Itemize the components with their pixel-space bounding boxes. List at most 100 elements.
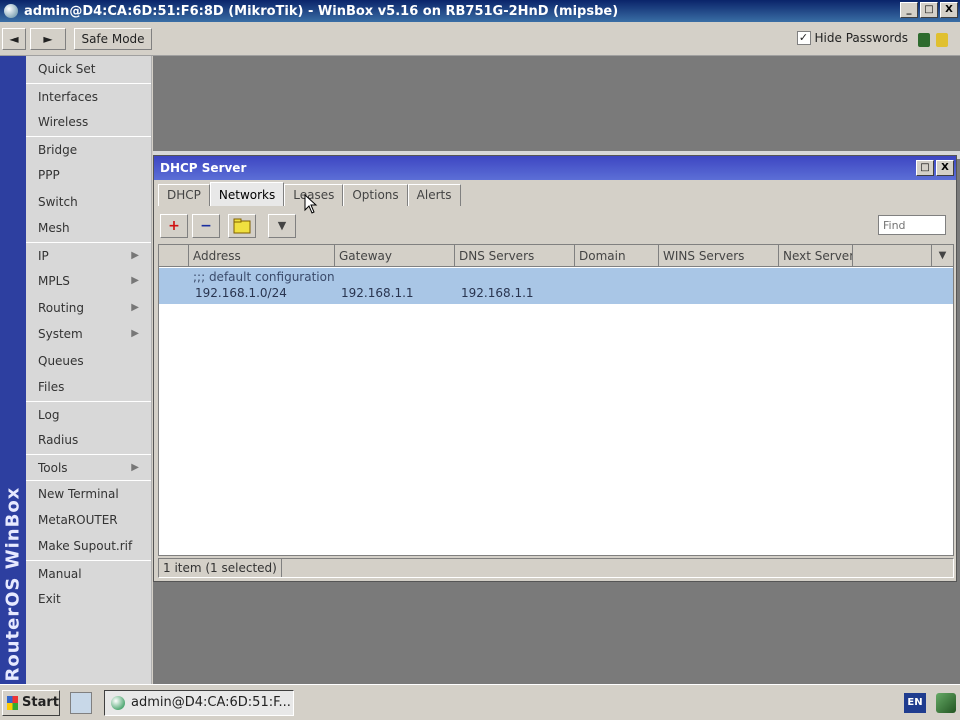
title-bar: admin@D4:CA:6D:51:F6:8D (MikroTik) - Win… (0, 0, 960, 22)
dhcp-close-button[interactable]: X (936, 160, 954, 176)
winbox-app-icon (4, 4, 18, 18)
submenu-arrow-icon: ▶ (131, 328, 139, 339)
taskbar-item-label: admin@D4:CA:6D:51:F... (131, 695, 291, 710)
dhcp-server-window: DHCP Server □ X DHCP Networks Leases Opt… (153, 155, 957, 582)
menu-item-log[interactable]: Log (26, 400, 151, 428)
taskbar-item-winbox[interactable]: admin@D4:CA:6D:51:F... (104, 690, 294, 716)
window-title: admin@D4:CA:6D:51:F6:8D (MikroTik) - Win… (24, 3, 619, 19)
menu-item-manual[interactable]: Manual (26, 559, 151, 587)
winbox-task-icon (111, 696, 125, 710)
menu-item-wireless[interactable]: Wireless (26, 109, 151, 136)
maximize-button[interactable]: □ (920, 2, 938, 18)
menu-item-label: Queues (38, 353, 84, 368)
cell-dns-servers: 192.168.1.1 (461, 286, 534, 300)
column-header-flags[interactable] (159, 245, 189, 267)
tab-alerts[interactable]: Alerts (407, 184, 461, 206)
tab-options[interactable]: Options (343, 184, 408, 206)
add-icon[interactable]: + (160, 214, 188, 238)
dhcp-maximize-button[interactable]: □ (916, 160, 934, 176)
row-comment: ;;; default configuration (193, 270, 335, 284)
menu-item-bridge[interactable]: Bridge (26, 135, 151, 163)
table-row[interactable]: ;;; default configuration 192.168.1.0/24… (159, 268, 953, 304)
tab-networks[interactable]: Networks (209, 182, 285, 206)
menu-item-label: Log (38, 407, 60, 422)
dhcp-status-bar: 1 item (1 selected) (158, 558, 954, 578)
dhcp-window-controls: □ X (916, 160, 954, 176)
column-header-next-server[interactable]: Next Server (779, 245, 853, 267)
lock-icon (918, 33, 930, 47)
show-desktop-icon[interactable] (70, 692, 92, 714)
unlock-icon (936, 33, 948, 47)
menu-item-label: Switch (38, 194, 78, 209)
menu-item-make-supout-rif[interactable]: Make Supout.rif (26, 533, 151, 560)
menu-item-ppp[interactable]: PPP (26, 162, 151, 189)
table-header: Address Gateway DNS Servers Domain WINS … (159, 245, 953, 267)
language-indicator[interactable]: EN (904, 693, 926, 713)
menu-item-system[interactable]: System ▶ (26, 321, 151, 348)
menu-item-metarouter[interactable]: MetaROUTER (26, 507, 151, 534)
cell-address: 192.168.1.0/24 (195, 286, 287, 300)
menu-item-quick-set[interactable]: Quick Set (26, 56, 151, 83)
menu-item-ip[interactable]: IP ▶ (26, 241, 151, 269)
menu-item-files[interactable]: Files (26, 374, 151, 401)
submenu-arrow-icon: ▶ (131, 275, 139, 286)
menu-item-radius[interactable]: Radius (26, 427, 151, 454)
dhcp-window-title-bar[interactable]: DHCP Server □ X (154, 156, 956, 180)
menu-item-queues[interactable]: Queues (26, 348, 151, 375)
cell-gateway: 192.168.1.1 (341, 286, 414, 300)
submenu-arrow-icon: ▶ (131, 249, 139, 261)
comment-button[interactable] (228, 214, 256, 238)
filter-icon[interactable]: ▼ (268, 214, 296, 238)
menu-item-tools[interactable]: Tools ▶ (26, 453, 151, 481)
menu-item-mesh[interactable]: Mesh (26, 215, 151, 242)
dhcp-networks-table: Address Gateway DNS Servers Domain WINS … (158, 244, 954, 556)
menu-item-label: MetaROUTER (38, 512, 118, 527)
brand-label: RouterOS WinBox (2, 486, 24, 682)
main-menu: Quick Set Interfaces Wireless Bridge PPP Swit… (26, 56, 152, 684)
column-header-wins-servers[interactable]: WINS Servers (659, 245, 779, 267)
menu-item-mpls[interactable]: MPLS ▶ (26, 268, 151, 295)
redo-button[interactable]: ► (30, 28, 66, 50)
submenu-arrow-icon: ▶ (131, 301, 139, 313)
undo-button[interactable]: ◄ (2, 28, 26, 50)
hide-passwords-label: Hide Passwords (814, 31, 908, 45)
start-button[interactable]: Start (2, 690, 60, 716)
menu-item-label: MPLS (38, 274, 70, 288)
menu-item-routing[interactable]: Routing ▶ (26, 295, 151, 322)
window-controls: _ □ X (900, 2, 958, 18)
find-input[interactable] (878, 215, 946, 235)
column-header-gateway[interactable]: Gateway (335, 245, 455, 267)
item-count-status: 1 item (1 selected) (159, 559, 282, 577)
minimize-button[interactable]: _ (900, 2, 918, 18)
menu-item-label: IP (38, 248, 49, 263)
menu-item-switch[interactable]: Switch (26, 189, 151, 216)
menu-item-interfaces[interactable]: Interfaces (26, 82, 151, 110)
menu-item-label: New Terminal (38, 487, 119, 501)
menu-item-label: Mesh (38, 221, 70, 235)
menu-item-label: Bridge (38, 142, 78, 157)
safe-mode-button[interactable]: Safe Mode (74, 28, 152, 50)
column-header-dns-servers[interactable]: DNS Servers (455, 245, 575, 267)
menu-item-label: System (38, 327, 83, 341)
main-toolbar: ◄ ► Safe Mode ✓ Hide Passwords (0, 22, 960, 56)
close-button[interactable]: X (940, 2, 958, 18)
dhcp-network-toolbar: + − ▼ (158, 212, 952, 240)
menu-item-new-terminal[interactable]: New Terminal (26, 480, 151, 507)
tab-dhcp[interactable]: DHCP (158, 184, 210, 206)
taskbar: Start admin@D4:CA:6D:51:F... EN (0, 684, 960, 720)
network-tray-icon[interactable] (936, 693, 956, 713)
comment-icon (233, 218, 251, 234)
column-header-domain[interactable]: Domain (575, 245, 659, 267)
hide-passwords-toggle[interactable]: ✓ Hide Passwords (796, 31, 908, 45)
mouse-cursor-icon (304, 194, 318, 214)
column-header-address[interactable]: Address (189, 245, 335, 267)
remove-icon[interactable]: − (192, 214, 220, 238)
hide-passwords-checkbox[interactable]: ✓ (796, 31, 811, 45)
column-header-filler (853, 245, 931, 267)
dhcp-window-title: DHCP Server (160, 161, 247, 175)
row-cells: 192.168.1.0/24 192.168.1.1 192.168.1.1 (159, 286, 953, 304)
menu-item-label: Manual (38, 566, 82, 581)
menu-item-exit[interactable]: Exit (26, 586, 151, 613)
column-chooser-icon[interactable]: ▼ (931, 245, 953, 267)
menu-item-label: Tools (38, 460, 68, 475)
